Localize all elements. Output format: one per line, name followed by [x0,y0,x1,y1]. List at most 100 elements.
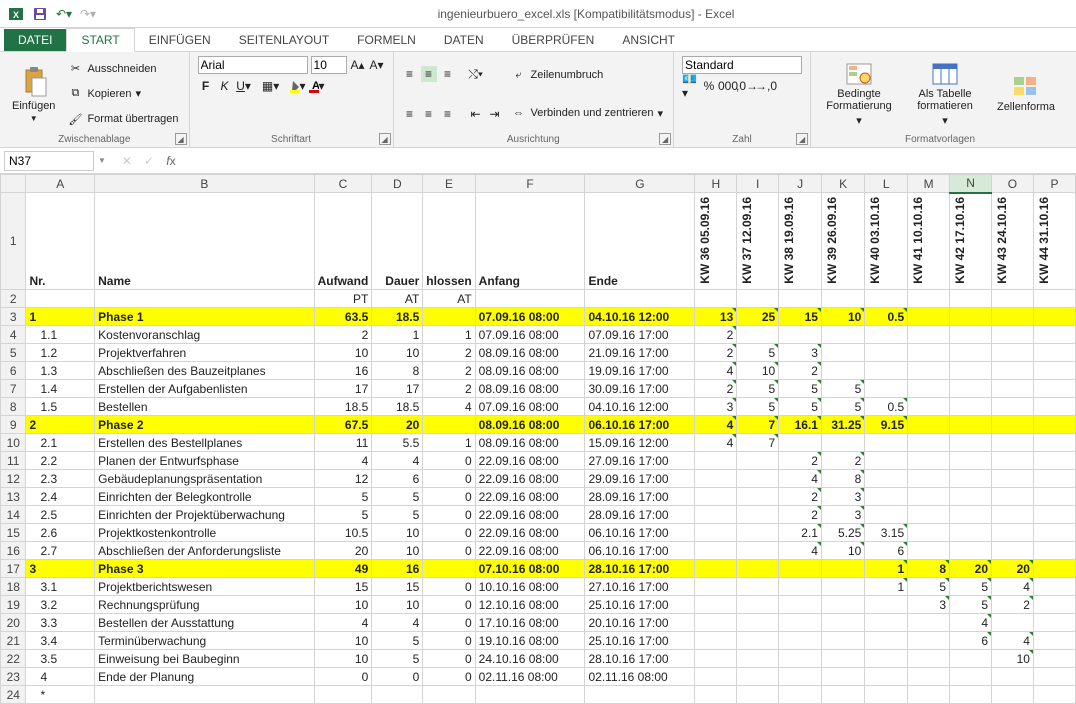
unit-cell[interactable] [1033,290,1075,308]
cell-P17[interactable] [1033,560,1075,578]
cell-K6[interactable] [821,362,864,380]
cell-H18[interactable] [695,578,737,596]
cell-C15[interactable]: 10.5 [314,524,372,542]
cell-M6[interactable] [908,362,950,380]
cell-M18[interactable]: 5 [908,578,950,596]
inc-decimal-icon[interactable]: ,0→ [739,78,755,94]
cell-C6[interactable]: 16 [314,362,372,380]
cell-P19[interactable] [1033,596,1075,614]
row-header-22[interactable]: 22 [1,650,26,668]
unit-cell[interactable] [821,290,864,308]
cell-A4[interactable]: 1.1 [26,326,95,344]
border-button[interactable]: ▦▾ [263,78,279,94]
cell-K4[interactable] [821,326,864,344]
cell-L5[interactable] [865,344,908,362]
cell-B3[interactable]: Phase 1 [95,308,314,326]
cell-G5[interactable]: 21.09.16 17:00 [585,344,695,362]
cell-D15[interactable]: 10 [372,524,423,542]
cell-L14[interactable] [865,506,908,524]
cell-H22[interactable] [695,650,737,668]
orientation-icon[interactable]: ⤭▾ [468,66,484,82]
cell-H19[interactable] [695,596,737,614]
cell-L22[interactable] [865,650,908,668]
cell-M4[interactable] [908,326,950,344]
col-header-K[interactable]: K [821,175,864,193]
cell-K7[interactable]: 5 [821,380,864,398]
cell-O19[interactable]: 2 [992,596,1034,614]
cell-L23[interactable] [865,668,908,686]
cell-E13[interactable]: 0 [423,488,475,506]
header-cell[interactable]: KW 39 26.09.16 [821,193,864,290]
cell-E19[interactable]: 0 [423,596,475,614]
fx-icon[interactable]: fx [160,154,182,168]
cell-J4[interactable] [779,326,822,344]
cell-F7[interactable]: 08.09.16 08:00 [475,380,585,398]
unit-cell[interactable]: PT [314,290,372,308]
row-header-14[interactable]: 14 [1,506,26,524]
cell-F21[interactable]: 19.10.16 08:00 [475,632,585,650]
cell-C20[interactable]: 4 [314,614,372,632]
cell-C16[interactable]: 20 [314,542,372,560]
cell-J16[interactable]: 4 [779,542,822,560]
cell-H21[interactable] [695,632,737,650]
cell-C4[interactable]: 2 [314,326,372,344]
cell-J10[interactable] [779,434,822,452]
cell-P10[interactable] [1033,434,1075,452]
cell-A10[interactable]: 2.1 [26,434,95,452]
cell-N8[interactable] [950,398,992,416]
cell-G7[interactable]: 30.09.16 17:00 [585,380,695,398]
col-header-B[interactable]: B [95,175,314,193]
cell-G18[interactable]: 27.10.16 17:00 [585,578,695,596]
undo-icon[interactable]: ↶▾ [55,5,73,23]
cell-G10[interactable]: 15.09.16 12:00 [585,434,695,452]
cell-B9[interactable]: Phase 2 [95,416,314,434]
unit-cell[interactable]: AT [423,290,475,308]
cell-F13[interactable]: 22.09.16 08:00 [475,488,585,506]
clipboard-dialog-launcher[interactable]: ◢ [175,133,187,145]
cell-N3[interactable] [950,308,992,326]
cell-M20[interactable] [908,614,950,632]
cell-H14[interactable] [695,506,737,524]
cell-H24[interactable] [695,686,737,704]
cell-O7[interactable] [992,380,1034,398]
row-header-13[interactable]: 13 [1,488,26,506]
cell-B18[interactable]: Projektberichtswesen [95,578,314,596]
cell-I16[interactable] [737,542,779,560]
cell-M24[interactable] [908,686,950,704]
cell-N12[interactable] [950,470,992,488]
number-format-select[interactable] [682,56,802,74]
tab-daten[interactable]: DATEN [430,29,498,51]
cell-C19[interactable]: 10 [314,596,372,614]
tab-seitenlayout[interactable]: SEITENLAYOUT [225,29,343,51]
cell-D21[interactable]: 5 [372,632,423,650]
cell-E21[interactable]: 0 [423,632,475,650]
unit-cell[interactable] [695,290,737,308]
cell-I19[interactable] [737,596,779,614]
cell-L13[interactable] [865,488,908,506]
cell-K23[interactable] [821,668,864,686]
currency-icon[interactable]: 💶▾ [682,78,698,94]
cell-F3[interactable]: 07.09.16 08:00 [475,308,585,326]
cell-P8[interactable] [1033,398,1075,416]
cell-L12[interactable] [865,470,908,488]
cell-M9[interactable] [908,416,950,434]
cell-D23[interactable]: 0 [372,668,423,686]
cell-O13[interactable] [992,488,1034,506]
row-header-11[interactable]: 11 [1,452,26,470]
header-cell[interactable]: KW 37 12.09.16 [737,193,779,290]
tab-formeln[interactable]: FORMELN [343,29,430,51]
cell-D22[interactable]: 5 [372,650,423,668]
cell-J22[interactable] [779,650,822,668]
cell-P22[interactable] [1033,650,1075,668]
row-header-15[interactable]: 15 [1,524,26,542]
unit-cell[interactable] [26,290,95,308]
unit-cell[interactable] [585,290,695,308]
cell-E18[interactable]: 0 [423,578,475,596]
cell-J9[interactable]: 16.1 [779,416,822,434]
cell-A5[interactable]: 1.2 [26,344,95,362]
cell-K14[interactable]: 3 [821,506,864,524]
cell-K10[interactable] [821,434,864,452]
cell-C5[interactable]: 10 [314,344,372,362]
cancel-formula-icon[interactable]: ✕ [116,154,138,168]
cell-A19[interactable]: 3.2 [26,596,95,614]
